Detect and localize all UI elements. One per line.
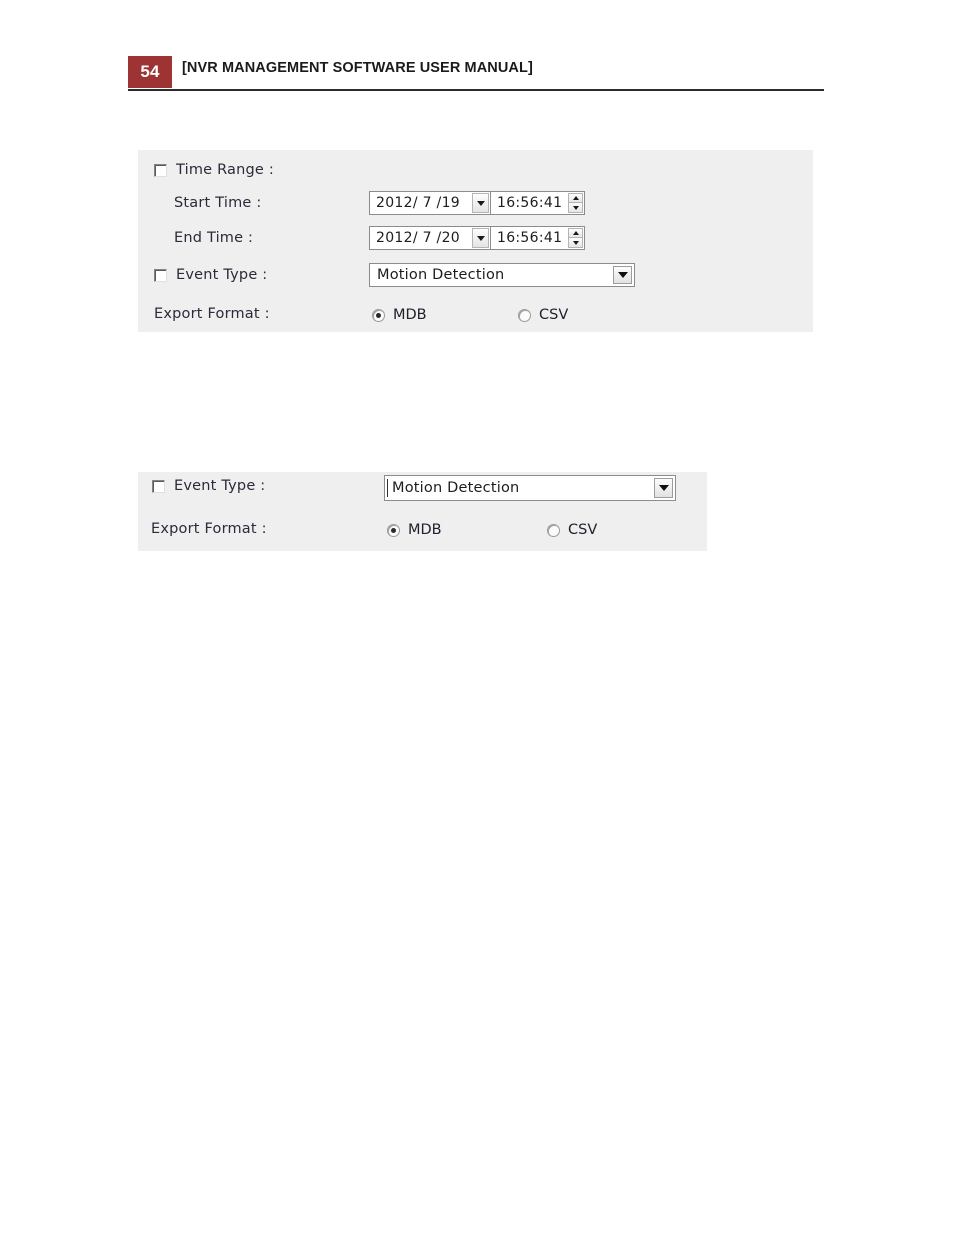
start-date-picker[interactable]: 2012/ 7 /19: [369, 191, 491, 215]
triangle-down-icon: [572, 205, 579, 210]
radio-csv-label-2: CSV: [568, 522, 598, 538]
export-format-option-mdb[interactable]: MDB: [372, 307, 427, 323]
start-time-controls: 2012/ 7 /19 16:56:41: [369, 191, 585, 215]
export-format-option-csv[interactable]: CSV: [518, 307, 568, 323]
event-type-dropdown-button[interactable]: [613, 266, 632, 284]
event-type-panel: Event Type : Motion Detection Export For…: [138, 472, 707, 551]
radio-csv-indicator[interactable]: [518, 308, 531, 322]
end-time-label: End Time :: [174, 230, 254, 246]
chevron-down-icon: [658, 485, 669, 491]
export-settings-panel: Time Range : Start Time : 2012/ 7 /19 16…: [138, 150, 813, 332]
event-type-checkbox-2[interactable]: [152, 479, 165, 493]
end-time-label-row: End Time :: [174, 230, 253, 246]
export-format-label-2: Export Format :: [151, 521, 267, 537]
end-time-value: 16:56:41: [497, 230, 563, 246]
radio-mdb-label: MDB: [393, 307, 427, 323]
end-date-picker[interactable]: 2012/ 7 /20: [369, 226, 491, 250]
event-type-dropdown[interactable]: Motion Detection: [369, 263, 635, 287]
time-range-label: Time Range :: [176, 162, 274, 178]
start-time-spin-buttons[interactable]: [568, 193, 583, 213]
event-type-label: Event Type :: [176, 267, 268, 283]
start-date-dropdown-button[interactable]: [472, 193, 489, 213]
time-range-row: Time Range :: [154, 162, 274, 178]
triangle-up-icon: [572, 196, 579, 200]
event-type-dropdown-button-2[interactable]: [654, 478, 673, 498]
start-time-label: Start Time :: [174, 195, 262, 211]
start-time-label-row: Start Time :: [174, 195, 261, 211]
radio-mdb-2[interactable]: MDB: [387, 522, 442, 538]
event-type-control-2: Motion Detection: [384, 475, 676, 501]
event-type-row: Event Type :: [154, 267, 267, 283]
export-format-option-csv-2[interactable]: CSV: [547, 522, 597, 538]
triangle-down-icon: [572, 240, 579, 245]
header-divider: [128, 89, 824, 91]
start-date-value: 2012/ 7 /19: [376, 195, 460, 211]
spin-down-button[interactable]: [568, 203, 583, 213]
text-cursor-caret: [387, 479, 388, 497]
radio-mdb[interactable]: MDB: [372, 307, 427, 323]
event-type-checkbox[interactable]: [154, 268, 167, 282]
radio-mdb-label-2: MDB: [408, 522, 442, 538]
event-type-row-2: Event Type :: [152, 478, 265, 494]
export-format-label: Export Format :: [154, 306, 270, 322]
end-date-value: 2012/ 7 /20: [376, 230, 460, 246]
end-date-dropdown-button[interactable]: [472, 228, 489, 248]
export-format-label-row: Export Format :: [154, 306, 270, 322]
chevron-down-icon: [476, 235, 485, 241]
export-format-label-row-2: Export Format :: [151, 521, 267, 537]
export-format-option-mdb-2[interactable]: MDB: [387, 522, 442, 538]
page-number-badge: 54: [128, 56, 172, 88]
page-title: [NVR MANAGEMENT SOFTWARE USER MANUAL]: [182, 60, 533, 76]
document-header: 54 [NVR MANAGEMENT SOFTWARE USER MANUAL]: [128, 56, 824, 94]
radio-csv-label: CSV: [539, 307, 569, 323]
start-time-value: 16:56:41: [497, 195, 563, 211]
chevron-down-icon: [617, 272, 628, 278]
triangle-up-icon: [572, 231, 579, 235]
spin-up-button[interactable]: [568, 228, 583, 238]
event-type-control: Motion Detection: [369, 263, 635, 287]
radio-mdb-indicator-2[interactable]: [387, 523, 400, 537]
start-time-spinner[interactable]: 16:56:41: [490, 191, 585, 215]
event-type-selected-value: Motion Detection: [377, 267, 505, 283]
spin-down-button[interactable]: [568, 238, 583, 248]
event-type-selected-value-2: Motion Detection: [392, 480, 520, 496]
radio-csv-2[interactable]: CSV: [547, 522, 597, 538]
radio-csv-indicator-2[interactable]: [547, 523, 560, 537]
end-time-spinner[interactable]: 16:56:41: [490, 226, 585, 250]
time-range-checkbox[interactable]: [154, 163, 167, 177]
chevron-down-icon: [476, 200, 485, 206]
spin-up-button[interactable]: [568, 193, 583, 203]
end-time-controls: 2012/ 7 /20 16:56:41: [369, 226, 585, 250]
event-type-dropdown-2[interactable]: Motion Detection: [384, 475, 676, 501]
event-type-label-2: Event Type :: [174, 478, 266, 494]
radio-csv[interactable]: CSV: [518, 307, 568, 323]
end-time-spin-buttons[interactable]: [568, 228, 583, 248]
radio-mdb-indicator[interactable]: [372, 308, 385, 322]
